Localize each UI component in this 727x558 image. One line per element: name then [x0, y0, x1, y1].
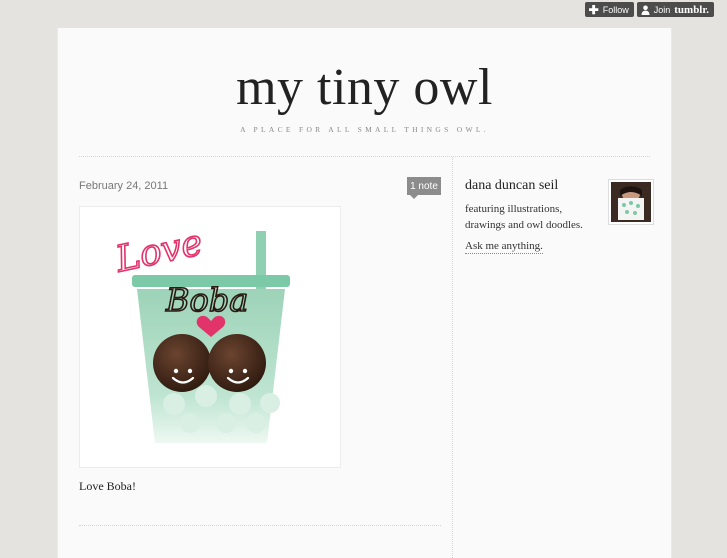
avatar-image	[611, 182, 651, 222]
post-caption: Love Boba!	[79, 479, 136, 493]
pearl-right	[208, 334, 266, 392]
blog-subtitle: A PLACE FOR ALL SMALL THINGS OWL.	[240, 125, 489, 134]
note-count-badge[interactable]: 1 note	[407, 177, 441, 199]
post-photo[interactable]: Love Boba	[79, 206, 341, 468]
user-icon	[641, 5, 650, 15]
author-name: dana duncan seil	[465, 178, 559, 193]
boba-text: Boba	[165, 281, 248, 319]
avatar[interactable]	[608, 179, 654, 225]
love-boba-illustration: Love Boba	[111, 221, 290, 443]
post-divider	[79, 525, 441, 526]
plus-icon: ✚	[588, 2, 599, 17]
pearl-left	[153, 334, 211, 392]
tumblr-brand: tumblr.	[674, 3, 709, 16]
follow-label: Follow	[602, 4, 629, 15]
tumblr-controls: ✚ Follow Join tumblr.	[584, 2, 714, 17]
join-label: Join	[653, 4, 671, 15]
column-divider	[452, 157, 453, 558]
ask-link[interactable]: Ask me anything.	[465, 240, 543, 254]
header-divider	[79, 156, 650, 157]
page-container: my tiny owl A PLACE FOR ALL SMALL THINGS…	[57, 28, 672, 558]
blog-title[interactable]: my tiny owl	[58, 58, 671, 117]
post-date[interactable]: February 24, 2011	[79, 180, 168, 192]
join-tumblr-button[interactable]: Join tumblr.	[636, 2, 714, 17]
follow-button[interactable]: ✚ Follow	[584, 2, 634, 17]
blog-description: featuring illustrations, drawings and ow…	[465, 203, 583, 231]
love-text: Love	[111, 222, 206, 280]
